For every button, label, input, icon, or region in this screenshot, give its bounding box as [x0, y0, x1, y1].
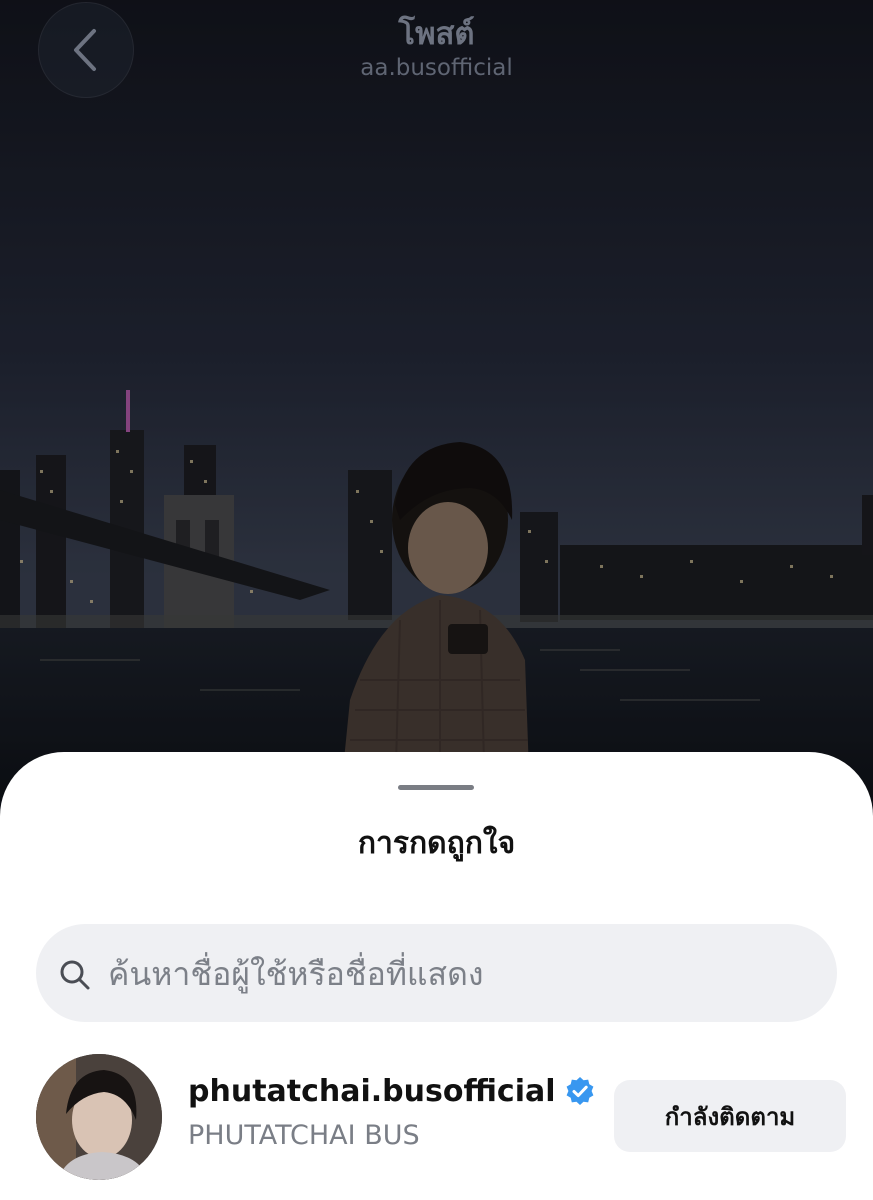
- avatar[interactable]: [36, 1054, 162, 1180]
- header-title: โพสต์: [398, 16, 475, 52]
- sheet-title: การกดถูกใจ: [357, 826, 516, 861]
- verified-badge-icon: [566, 1076, 593, 1105]
- search-icon: [60, 960, 90, 990]
- likes-screen: โพสต์ aa.busofficial การกดถูกใจ ค้นหาชื่…: [0, 0, 873, 1200]
- likes-sheet: การกดถูกใจ phutatchai.busofficial: [0, 752, 873, 1200]
- username[interactable]: phutatchai.busofficial: [188, 1074, 556, 1109]
- photo-dim-overlay: [0, 0, 873, 800]
- full-name: PHUTATCHAI BUS: [188, 1120, 420, 1151]
- sheet-grabber[interactable]: [398, 785, 474, 790]
- username-line: phutatchai.busofficial: [188, 1074, 596, 1109]
- search-input[interactable]: [106, 924, 810, 1024]
- header-username: aa.busofficial: [360, 55, 513, 81]
- search-bar[interactable]: [36, 924, 837, 1024]
- following-button[interactable]: กำลังติดตาม: [614, 1080, 846, 1152]
- list-item[interactable]: phutatchai.busofficial PHUTATCHAI BUS กำ…: [0, 1048, 873, 1188]
